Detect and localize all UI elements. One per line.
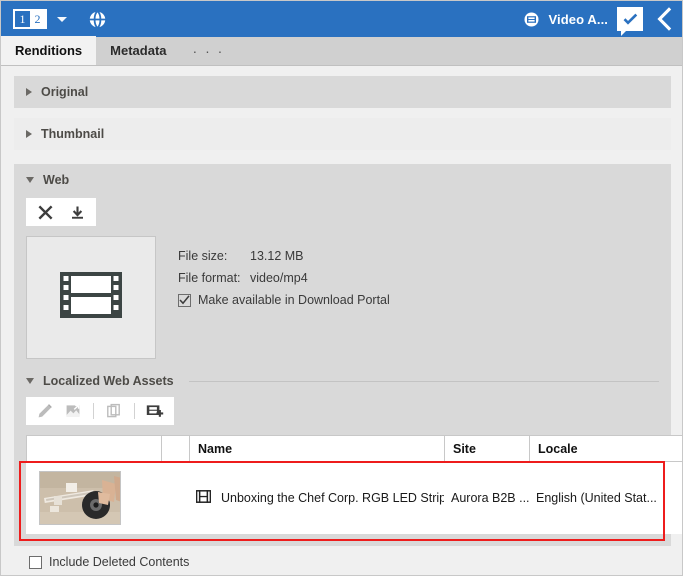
chevron-down-icon <box>26 378 34 384</box>
version-page-badge[interactable]: 1 2 <box>13 9 47 29</box>
led-strip-unboxing-thumbnail <box>39 470 121 525</box>
chevron-down-icon <box>26 177 34 183</box>
edit-button[interactable] <box>34 401 56 421</box>
film-strip-icon <box>60 272 122 323</box>
web-preview-row: File size: 13.12 MB File format: video/m… <box>26 236 671 359</box>
section-web: Web File size: 13.12 MB File format: vid… <box>14 164 682 546</box>
file-size-label: File size: <box>178 249 228 263</box>
header-right-group: Video A... <box>524 7 682 36</box>
chevron-left-icon[interactable] <box>654 7 674 31</box>
download-portal-row[interactable]: Make available in Download Portal <box>178 293 390 307</box>
web-preview-box <box>26 236 156 359</box>
include-deleted-checkbox[interactable] <box>29 555 42 569</box>
file-format-row: File format: video/mp4 <box>178 271 390 286</box>
section-localized-label: Localized Web Assets <box>43 374 174 388</box>
chevron-right-icon <box>26 88 32 96</box>
asset-title: Video A... <box>548 11 608 27</box>
section-localized-web-assets: Localized Web Assets Name Site Locale Un… <box>14 365 682 534</box>
section-thumbnail-label: Thumbnail <box>41 127 105 141</box>
column-thumbnail[interactable] <box>26 435 162 462</box>
column-type[interactable] <box>161 435 190 462</box>
tab-strip: Renditions Metadata · · · <box>1 36 682 66</box>
top-header-bar: 1 2 Video A... <box>1 1 682 37</box>
tab-metadata[interactable]: Metadata <box>96 36 180 65</box>
page-badge-right: 2 <box>30 11 45 27</box>
web-metadata: File size: 13.12 MB File format: video/m… <box>178 236 390 359</box>
download-rendition-button[interactable] <box>66 202 88 222</box>
web-body: File size: 13.12 MB File format: video/m… <box>14 196 671 359</box>
copy-button[interactable] <box>103 401 125 421</box>
column-site[interactable]: Site <box>444 435 530 462</box>
section-divider <box>188 380 659 382</box>
section-original-header[interactable]: Original <box>14 76 671 108</box>
footer-bar: Include Deleted Contents <box>1 549 682 575</box>
section-web-header[interactable]: Web <box>14 164 671 196</box>
chevron-right-icon <box>26 130 32 138</box>
table-row[interactable]: Unboxing the Chef Corp. RGB LED Strips V… <box>26 461 682 534</box>
localized-toolbar <box>26 397 174 425</box>
section-original-label: Original <box>41 85 89 99</box>
file-size-value: 13.12 MB <box>250 249 304 263</box>
toolbar-divider <box>134 403 135 419</box>
section-thumbnail[interactable]: Thumbnail <box>14 118 671 150</box>
include-deleted-label: Include Deleted Contents <box>49 555 190 569</box>
row-name-cell[interactable]: Unboxing the Chef Corp. RGB LED Strips V… <box>189 461 445 534</box>
renditions-content: Original Thumbnail Web File size: 13.12 … <box>1 66 682 575</box>
table-header-row: Name Site Locale <box>26 435 682 462</box>
file-size-row: File size: 13.12 MB <box>178 249 390 264</box>
localized-assets-table: Name Site Locale Unboxing the Chef Corp.… <box>26 435 682 534</box>
film-icon <box>195 489 212 506</box>
section-web-label: Web <box>43 173 70 187</box>
delete-rendition-button[interactable] <box>34 202 56 222</box>
globe-icon[interactable] <box>87 9 108 30</box>
add-video-button[interactable] <box>144 401 166 421</box>
section-original[interactable]: Original <box>14 76 671 108</box>
row-type-cell <box>161 461 190 534</box>
renditions-panel: 1 2 Video A... Renditions Metadata · · ·… <box>0 0 683 576</box>
chevron-down-icon[interactable] <box>57 16 67 22</box>
download-portal-label: Make available in Download Portal <box>198 293 390 307</box>
section-localized-header[interactable]: Localized Web Assets <box>14 365 671 397</box>
tab-overflow-button[interactable]: · · · <box>181 36 237 65</box>
file-format-label: File format: <box>178 271 241 285</box>
row-site-cell[interactable]: Aurora B2B ... <box>444 461 530 534</box>
comment-check-icon[interactable] <box>617 7 643 36</box>
row-thumbnail-cell <box>26 461 162 534</box>
row-locale-cell[interactable]: English (United Stat... <box>529 461 682 534</box>
download-portal-checkbox[interactable] <box>178 293 191 307</box>
toolbar-divider <box>93 403 94 419</box>
tab-renditions[interactable]: Renditions <box>1 36 97 65</box>
web-rendition-toolbar <box>26 198 96 226</box>
replace-image-button[interactable] <box>62 401 84 421</box>
page-badge-left: 1 <box>19 12 26 26</box>
file-format-value: video/mp4 <box>250 271 308 285</box>
film-icon <box>524 12 539 27</box>
row-name-text: Unboxing the Chef Corp. RGB LED Strips V… <box>221 490 444 505</box>
column-name[interactable]: Name <box>189 435 445 462</box>
column-locale[interactable]: Locale <box>529 435 682 462</box>
header-left-group: 1 2 <box>1 9 108 30</box>
section-thumbnail-header[interactable]: Thumbnail <box>14 118 671 150</box>
